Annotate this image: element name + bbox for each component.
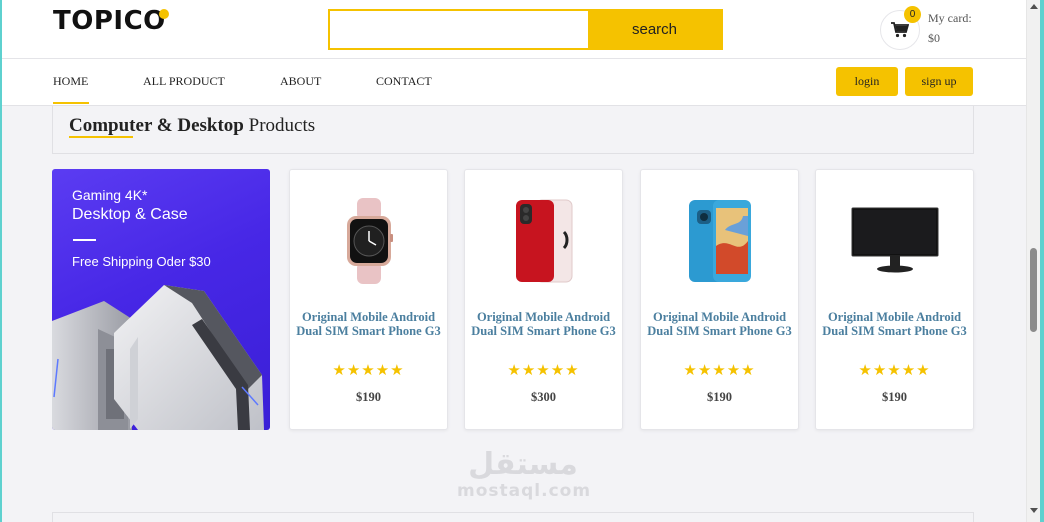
nav-item-home[interactable]: HOME bbox=[53, 74, 88, 89]
smartwatch-image bbox=[346, 198, 393, 284]
product-name[interactable]: Original Mobile Android Dual SIM Smart P… bbox=[290, 310, 447, 338]
cart-label: My card: bbox=[928, 11, 972, 25]
section-title-bold: Computer & Desktop bbox=[69, 115, 244, 136]
search-bar: search bbox=[328, 9, 723, 50]
section-title-rest: Products bbox=[243, 115, 316, 136]
product-price: $190 bbox=[707, 390, 732, 404]
watermark-arabic: مستقل bbox=[468, 447, 578, 482]
banner-subtitle: Gaming 4K* bbox=[72, 187, 148, 203]
product-card[interactable]: Original Mobile Android Dual SIM Smart P… bbox=[815, 169, 974, 430]
desktop-case-image bbox=[52, 285, 264, 430]
login-button[interactable]: login bbox=[836, 67, 898, 96]
red-iphone-image bbox=[515, 199, 572, 283]
scroll-down-arrow-icon[interactable] bbox=[1030, 508, 1038, 513]
vertical-scrollbar[interactable] bbox=[1026, 0, 1040, 522]
cart-icon bbox=[891, 22, 909, 38]
banner-divider bbox=[73, 239, 96, 241]
monitor-image bbox=[851, 207, 938, 273]
signup-button[interactable]: sign up bbox=[905, 67, 973, 96]
product-price: $300 bbox=[531, 390, 556, 404]
product-name[interactable]: Original Mobile Android Dual SIM Smart P… bbox=[465, 310, 622, 338]
scrollbar-thumb[interactable] bbox=[1030, 248, 1037, 332]
blue-galaxy-phone-image bbox=[688, 200, 751, 282]
section-header: Computer & Desktop Products bbox=[52, 106, 974, 154]
mostaql-watermark: مستقل mostaql.com bbox=[457, 447, 592, 501]
cart-summary: My card: $0 bbox=[928, 8, 972, 48]
cart-total: $0 bbox=[928, 31, 940, 45]
product-card[interactable]: Original Mobile Android Dual SIM Smart P… bbox=[464, 169, 623, 430]
section-title-underline bbox=[69, 136, 133, 138]
banner-title: Desktop & Case bbox=[72, 206, 188, 223]
browser-viewport: TOPICO search 0 My card: $0 HOME ALL PRO… bbox=[2, 0, 1040, 522]
rating-stars: ★★★★★ bbox=[858, 361, 931, 379]
product-name[interactable]: Original Mobile Android Dual SIM Smart P… bbox=[641, 310, 798, 338]
nav-item-contact[interactable]: CONTACT bbox=[376, 74, 432, 89]
nav-active-indicator bbox=[53, 102, 89, 104]
product-card[interactable]: Original Mobile Android Dual SIM Smart P… bbox=[640, 169, 799, 430]
product-card[interactable]: Original Mobile Android Dual SIM Smart P… bbox=[289, 169, 448, 430]
nav-item-all-product[interactable]: ALL PRODUCT bbox=[143, 74, 225, 89]
rating-stars: ★★★★★ bbox=[332, 361, 405, 379]
top-header: TOPICO search 0 My card: $0 bbox=[2, 0, 1026, 59]
logo-dot bbox=[159, 9, 169, 19]
banner-shipping-text: Free Shipping Oder $30 bbox=[72, 254, 211, 269]
next-section bbox=[52, 512, 974, 522]
product-name[interactable]: Original Mobile Android Dual SIM Smart P… bbox=[816, 310, 973, 338]
cart-count-badge: 0 bbox=[904, 6, 921, 23]
main-nav: HOME ALL PRODUCT ABOUT CONTACT login sig… bbox=[2, 59, 1026, 106]
promo-banner[interactable]: Gaming 4K* Desktop & Case Free Shipping … bbox=[52, 169, 270, 430]
section-title: Computer & Desktop Products bbox=[69, 115, 315, 137]
rating-stars: ★★★★★ bbox=[683, 361, 756, 379]
search-button[interactable]: search bbox=[588, 11, 721, 48]
site-logo[interactable]: TOPICO bbox=[53, 6, 166, 36]
search-input[interactable] bbox=[330, 11, 588, 48]
nav-item-about[interactable]: ABOUT bbox=[280, 74, 321, 89]
product-price: $190 bbox=[882, 390, 907, 404]
scroll-up-arrow-icon[interactable] bbox=[1030, 4, 1038, 9]
product-price: $190 bbox=[356, 390, 381, 404]
watermark-latin: mostaql.com bbox=[457, 481, 592, 501]
rating-stars: ★★★★★ bbox=[507, 361, 580, 379]
